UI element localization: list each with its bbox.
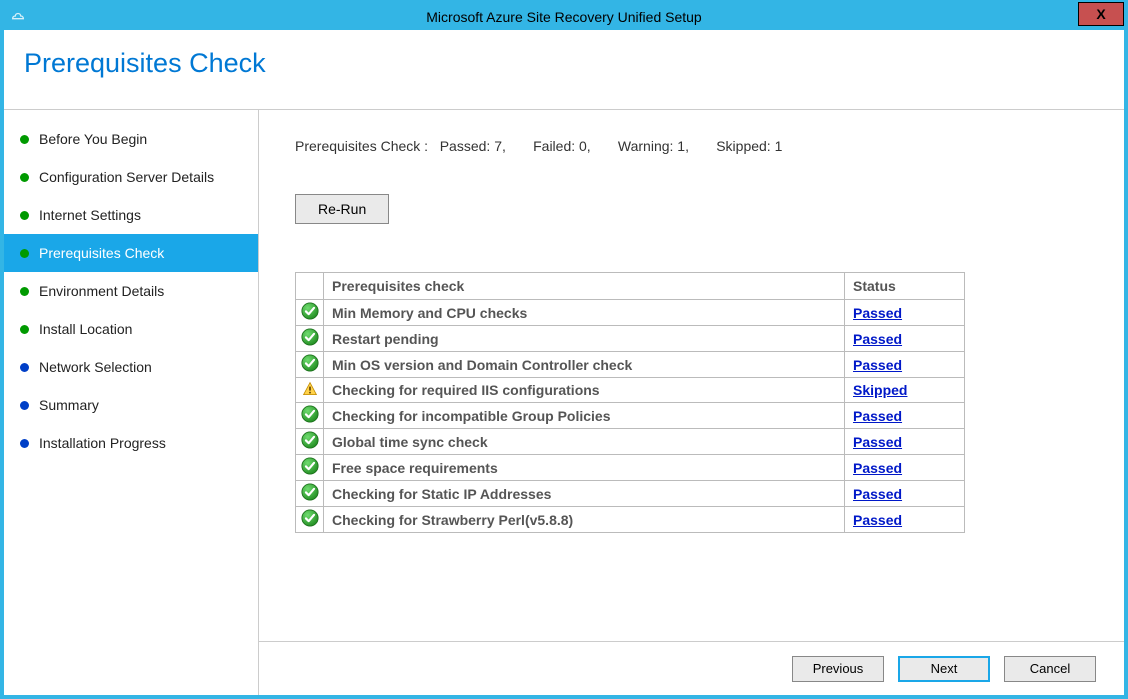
check-name: Restart pending: [324, 326, 845, 352]
check-pass-icon: [296, 455, 324, 481]
status-link[interactable]: Passed: [853, 305, 902, 321]
status-cell: Skipped: [845, 378, 965, 403]
sidebar-item-label: Summary: [39, 397, 99, 413]
status-cell: Passed: [845, 352, 965, 378]
check-name: Min Memory and CPU checks: [324, 300, 845, 326]
bullet-icon: [20, 249, 29, 258]
header: Prerequisites Check: [4, 30, 1124, 110]
footer: Previous Next Cancel: [259, 641, 1124, 695]
window-title: Microsoft Azure Site Recovery Unified Se…: [426, 9, 701, 25]
check-pass-icon: [296, 352, 324, 378]
status-link[interactable]: Passed: [853, 408, 902, 424]
check-name: Checking for Strawberry Perl(v5.8.8): [324, 507, 845, 533]
status-link[interactable]: Passed: [853, 434, 902, 450]
check-pass-icon: [296, 481, 324, 507]
table-row: Restart pending Passed: [296, 326, 965, 352]
sidebar-item-label: Before You Begin: [39, 131, 147, 147]
check-name: Min OS version and Domain Controller che…: [324, 352, 845, 378]
warning-icon: [296, 378, 324, 403]
table-row: Checking for required IIS configurations…: [296, 378, 965, 403]
bullet-icon: [20, 363, 29, 372]
status-link[interactable]: Skipped: [853, 382, 907, 398]
check-name: Free space requirements: [324, 455, 845, 481]
table-row: Checking for Static IP Addresses Passed: [296, 481, 965, 507]
table-row: Free space requirements Passed: [296, 455, 965, 481]
sidebar-item-label: Configuration Server Details: [39, 169, 214, 185]
table-row: Checking for incompatible Group Policies…: [296, 403, 965, 429]
col-check-header: Prerequisites check: [324, 273, 845, 300]
next-button[interactable]: Next: [898, 656, 990, 682]
status-cell: Passed: [845, 326, 965, 352]
check-name: Global time sync check: [324, 429, 845, 455]
check-pass-icon: [296, 507, 324, 533]
status-link[interactable]: Passed: [853, 460, 902, 476]
table-row: Global time sync check Passed: [296, 429, 965, 455]
sidebar-item-label: Environment Details: [39, 283, 164, 299]
bullet-icon: [20, 287, 29, 296]
bullet-icon: [20, 135, 29, 144]
sidebar-item-label: Installation Progress: [39, 435, 166, 451]
sidebar-item-label: Install Location: [39, 321, 132, 337]
sidebar: Before You Begin Configuration Server Det…: [4, 110, 259, 695]
prereq-summary: Prerequisites Check : Passed: 7, Failed:…: [295, 138, 1088, 154]
bullet-icon: [20, 401, 29, 410]
rerun-button[interactable]: Re-Run: [295, 194, 389, 224]
bullet-icon: [20, 325, 29, 334]
status-cell: Passed: [845, 300, 965, 326]
status-link[interactable]: Passed: [853, 331, 902, 347]
status-link[interactable]: Passed: [853, 512, 902, 528]
sidebar-item-install-location[interactable]: Install Location: [4, 310, 258, 348]
sidebar-item-label: Network Selection: [39, 359, 152, 375]
wizard-window: Microsoft Azure Site Recovery Unified Se…: [0, 0, 1128, 699]
sidebar-item-internet-settings[interactable]: Internet Settings: [4, 196, 258, 234]
col-icon-header: [296, 273, 324, 300]
check-pass-icon: [296, 326, 324, 352]
sidebar-item-before-you-begin[interactable]: Before You Begin: [4, 120, 258, 158]
sidebar-item-installation-progress[interactable]: Installation Progress: [4, 424, 258, 462]
table-row: Checking for Strawberry Perl(v5.8.8) Pass…: [296, 507, 965, 533]
status-link[interactable]: Passed: [853, 357, 902, 373]
bullet-icon: [20, 439, 29, 448]
sidebar-item-environment-details[interactable]: Environment Details: [4, 272, 258, 310]
sidebar-item-configuration-server-details[interactable]: Configuration Server Details: [4, 158, 258, 196]
main-content: Prerequisites Check : Passed: 7, Failed:…: [259, 110, 1124, 641]
main-panel: Prerequisites Check : Passed: 7, Failed:…: [259, 110, 1124, 695]
app-icon: [10, 8, 26, 24]
status-cell: Passed: [845, 429, 965, 455]
sidebar-item-label: Internet Settings: [39, 207, 141, 223]
status-cell: Passed: [845, 455, 965, 481]
sidebar-item-network-selection[interactable]: Network Selection: [4, 348, 258, 386]
status-link[interactable]: Passed: [853, 486, 902, 502]
sidebar-item-label: Prerequisites Check: [39, 245, 164, 261]
check-pass-icon: [296, 300, 324, 326]
page-title: Prerequisites Check: [24, 48, 1104, 79]
status-cell: Passed: [845, 507, 965, 533]
table-row: Min OS version and Domain Controller che…: [296, 352, 965, 378]
close-button[interactable]: X: [1078, 2, 1124, 26]
status-cell: Passed: [845, 481, 965, 507]
check-name: Checking for required IIS configurations: [324, 378, 845, 403]
titlebar: Microsoft Azure Site Recovery Unified Se…: [4, 4, 1124, 30]
table-row: Min Memory and CPU checks Passed: [296, 300, 965, 326]
check-pass-icon: [296, 429, 324, 455]
check-name: Checking for incompatible Group Policies: [324, 403, 845, 429]
prereq-table: Prerequisites check Status Min Memory an…: [295, 272, 965, 533]
check-name: Checking for Static IP Addresses: [324, 481, 845, 507]
sidebar-item-prerequisites-check[interactable]: Prerequisites Check: [4, 234, 258, 272]
close-icon: X: [1096, 6, 1105, 22]
cancel-button[interactable]: Cancel: [1004, 656, 1096, 682]
col-status-header: Status: [845, 273, 965, 300]
bullet-icon: [20, 173, 29, 182]
bullet-icon: [20, 211, 29, 220]
status-cell: Passed: [845, 403, 965, 429]
sidebar-item-summary[interactable]: Summary: [4, 386, 258, 424]
body: Before You Begin Configuration Server Det…: [4, 110, 1124, 695]
check-pass-icon: [296, 403, 324, 429]
previous-button[interactable]: Previous: [792, 656, 884, 682]
